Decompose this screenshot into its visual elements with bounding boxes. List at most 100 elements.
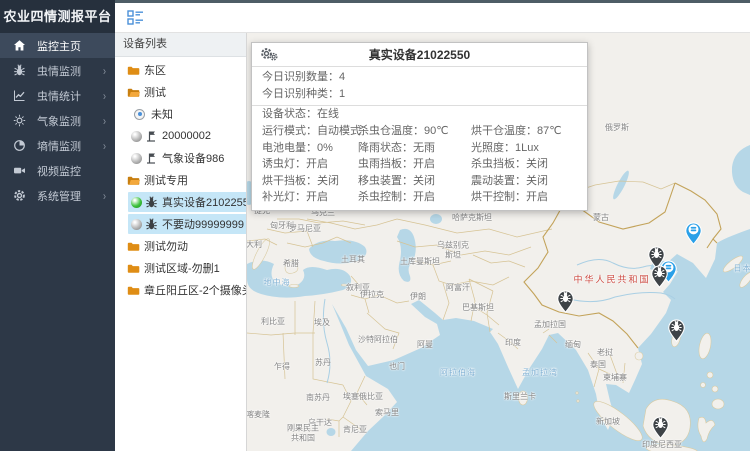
popup-detail-cell: 补光灯：开启 (252, 189, 348, 206)
status-dot-green (131, 197, 142, 208)
app-title: 农业四情测报平台 (0, 0, 115, 33)
device-panel-title: 设备列表 (115, 33, 246, 57)
stats-icon (13, 89, 26, 102)
chevron-right-icon: › (103, 89, 106, 102)
popup-detail-cell: 杀虫控制：开启 (348, 189, 461, 206)
chevron-right-icon: › (103, 114, 106, 127)
popup-detail-cell: 烘干控制：开启 (461, 189, 579, 206)
insect-device-marker[interactable] (650, 263, 669, 288)
device-status-row: 设备状态：在线 (252, 106, 587, 123)
bug-icon (13, 64, 26, 77)
popup-detail-cell: 烘干仓温度：87℃ (461, 123, 579, 140)
weather-device-marker[interactable] (684, 220, 703, 245)
popup-summary: 今日识别数量：4今日识别种类：1 (252, 67, 587, 106)
sidebar-item-sun[interactable]: 气象监测 › (0, 108, 115, 133)
tree-device-row[interactable]: 气象设备986 (115, 147, 246, 169)
sidebar-item-gear[interactable]: 系统管理 › (0, 183, 115, 208)
tree-node-label: 测试专用 (144, 172, 188, 188)
sidebar: 农业四情测报平台 监控主页 虫情监测 › 虫情统计 › 气象监测 › 墒情监测 … (0, 0, 115, 451)
sidebar-item-bug[interactable]: 虫情监测 › (0, 58, 115, 83)
sidebar-item-label: 视频监控 (37, 163, 106, 179)
popup-detail-cell: 电池电量：0% (252, 140, 348, 157)
home-icon (13, 39, 26, 52)
tree-node-label: 气象设备986 (162, 150, 224, 166)
gear-icon (13, 189, 26, 202)
status-dot-gray (131, 153, 142, 164)
bug-device-icon (145, 218, 158, 231)
sidebar-item-globe[interactable]: 墒情监测 › (0, 133, 115, 158)
chevron-right-icon: › (103, 139, 106, 152)
tree-folder-row[interactable]: 东区 (115, 59, 246, 81)
bug-device-icon (145, 196, 158, 209)
tree-node-label: 测试 (144, 84, 166, 100)
popup-detail-cell: 降雨状态：无雨 (348, 140, 461, 157)
popup-detail-cell: 光照度：1Lux (461, 140, 579, 157)
device-list-panel: 设备列表 东区测试未知 20000002 气象设备986 测试专用真实设备210225… (115, 33, 247, 451)
tree-folder-row[interactable]: 测试 (115, 81, 246, 103)
tree-node-label: 20000002 (162, 130, 211, 142)
tree-device-row[interactable]: 真实设备21022550 (115, 191, 246, 213)
tree-node-label: 测试勿动 (144, 238, 188, 254)
popup-detail-cell: 诱虫灯：开启 (252, 156, 348, 173)
sidebar-item-label: 监控主页 (37, 38, 106, 54)
tree-device-row[interactable]: 不要动99999999 (115, 213, 246, 235)
popup-detail-cell: 虫雨挡板：开启 (348, 156, 461, 173)
folder-closed-icon (127, 263, 140, 274)
folder-closed-icon (127, 285, 140, 296)
tree-device-row[interactable]: 20000002 (115, 125, 246, 147)
device-info-popup: 真实设备21022550 今日识别数量：4今日识别种类：1 设备状态：在线 运行… (251, 42, 588, 211)
tree-node-label: 东区 (144, 62, 166, 78)
weather-device-icon (145, 130, 158, 143)
popup-detail-cell: 杀虫仓温度：90℃ (348, 123, 461, 140)
tree-node-label: 测试区域-勿删1 (144, 260, 220, 276)
globe-icon (13, 139, 26, 152)
tree-folder-row[interactable]: 测试勿动 (115, 235, 246, 257)
chevron-right-icon: › (103, 189, 106, 202)
status-dot-gray (131, 219, 142, 230)
status-dot-gray (131, 131, 142, 142)
device-tree: 东区测试未知 20000002 气象设备986 测试专用真实设备21022550 不要动… (115, 57, 246, 301)
tree-node-label: 真实设备21022550 (162, 194, 247, 210)
folder-closed-icon (127, 241, 140, 252)
popup-detail-cell: 运行模式：自动模式 (252, 123, 348, 140)
sidebar-item-video[interactable]: 视频监控 (0, 158, 115, 183)
settings-gears-icon[interactable] (260, 47, 279, 65)
popup-summary-row: 今日识别种类：1 (252, 86, 587, 103)
sidebar-item-label: 墒情监测 (37, 138, 103, 154)
tree-device-row[interactable]: 未知 (115, 103, 246, 125)
popup-detail-cell: 震动装置：关闭 (461, 173, 579, 190)
popup-detail-cell: 移虫装置：关闭 (348, 173, 461, 190)
tree-toggle-icon[interactable] (127, 10, 144, 25)
folder-open-icon (127, 175, 140, 186)
popup-title: 真实设备21022550 (369, 46, 470, 63)
tree-folder-row[interactable]: 测试区域-勿删1 (115, 257, 246, 279)
sidebar-item-label: 虫情统计 (37, 88, 103, 104)
popup-detail-grid: 运行模式：自动模式杀虫仓温度：90℃烘干仓温度：87℃ 电池电量：0%降雨状态：无… (252, 123, 587, 210)
sidebar-item-label: 气象监测 (37, 113, 103, 129)
tree-node-label: 不要动99999999 (162, 216, 244, 232)
sidebar-nav: 监控主页 虫情监测 › 虫情统计 › 气象监测 › 墒情监测 › 视频监控 系统… (0, 33, 115, 208)
sidebar-item-label: 虫情监测 (37, 63, 103, 79)
tree-folder-row[interactable]: 章丘阳丘区-2个摄像头 (115, 279, 246, 301)
tree-folder-row[interactable]: 测试专用 (115, 169, 246, 191)
folder-closed-icon (127, 65, 140, 76)
insect-device-marker[interactable] (651, 414, 670, 439)
sun-icon (13, 114, 26, 127)
popup-detail-cell: 杀虫挡板：关闭 (461, 156, 579, 173)
folder-open-icon (127, 87, 140, 98)
weather-device-icon (145, 152, 158, 165)
tree-node-label: 未知 (151, 106, 173, 122)
unknown-device-icon (134, 109, 145, 120)
sidebar-item-label: 系统管理 (37, 188, 103, 204)
insect-device-marker[interactable] (667, 317, 686, 342)
insect-device-marker[interactable] (556, 288, 575, 313)
chevron-right-icon: › (103, 64, 106, 77)
popup-header: 真实设备21022550 (252, 43, 587, 67)
sidebar-item-stats[interactable]: 虫情统计 › (0, 83, 115, 108)
video-icon (13, 164, 26, 177)
map-canvas[interactable]: 俄罗斯蒙古中华人民共和国捷克乌克兰匈牙利罗马尼亚意大利希腊土耳其叙利亚伊拉克伊朗… (247, 33, 750, 451)
sidebar-item-home[interactable]: 监控主页 (0, 33, 115, 58)
popup-summary-row: 今日识别数量：4 (252, 69, 587, 86)
top-bar (115, 0, 750, 33)
popup-detail-cell: 烘干挡板：关闭 (252, 173, 348, 190)
